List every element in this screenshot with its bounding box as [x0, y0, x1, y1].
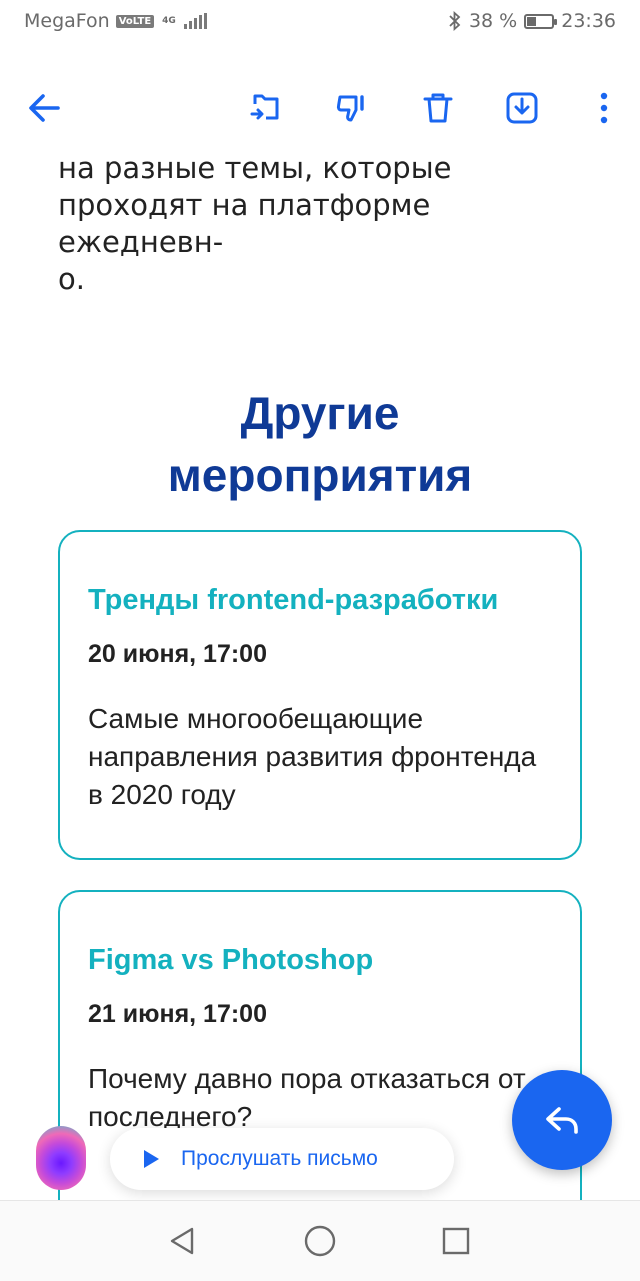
- bluetooth-icon: [449, 11, 461, 31]
- carrier-name: MegaFon: [24, 10, 110, 32]
- system-nav-bar: [0, 1200, 640, 1281]
- event-date: 21 июня, 17:00: [88, 1000, 267, 1028]
- status-bar: MegaFon VoLTE 4G 38 % 23:36: [0, 0, 640, 44]
- event-description: Почему давно пора отказаться от последне…: [88, 1063, 526, 1132]
- paragraph-line: на разные темы, которые: [58, 151, 452, 185]
- status-left: MegaFon VoLTE 4G: [24, 10, 207, 32]
- back-button[interactable]: [16, 72, 72, 144]
- dislike-icon: [336, 95, 364, 122]
- nav-recents-button[interactable]: [434, 1219, 478, 1263]
- email-body: на разные темы, которые проходят на плат…: [0, 144, 640, 1200]
- event-description: Самые многообещающие направления развити…: [88, 703, 537, 810]
- battery-percent: 38 %: [468, 10, 518, 32]
- arrow-left-icon: [29, 94, 60, 122]
- play-icon: [144, 1150, 159, 1168]
- signal-icon: [183, 13, 207, 29]
- intro-paragraph: на разные темы, которые проходят на плат…: [58, 150, 598, 298]
- voice-assistant-icon[interactable]: [36, 1126, 86, 1190]
- move-to-folder-icon: [250, 94, 279, 120]
- download-icon: [506, 92, 538, 124]
- more-button[interactable]: [576, 72, 632, 144]
- event-title[interactable]: Figma vs Photoshop: [88, 944, 373, 977]
- clock: 23:36: [561, 10, 616, 32]
- delete-icon: [423, 93, 453, 123]
- home-circle-icon: [304, 1225, 336, 1257]
- event-card[interactable]: Тренды frontend-разработки 20 июня, 17:0…: [58, 530, 582, 860]
- status-right: 38 % 23:36: [448, 10, 616, 32]
- recents-square-icon: [442, 1227, 470, 1255]
- spam-button[interactable]: [324, 72, 380, 144]
- battery-icon: [524, 13, 558, 29]
- nav-home-button[interactable]: [298, 1219, 342, 1263]
- more-vertical-icon: [600, 92, 608, 124]
- listen-email-button[interactable]: Прослушать письмо: [110, 1128, 454, 1190]
- email-toolbar: [0, 72, 640, 144]
- save-button[interactable]: [494, 72, 550, 144]
- network-type: 4G: [162, 16, 176, 26]
- section-title: Другие мероприятия: [0, 382, 640, 506]
- section-title-line: мероприятия: [167, 449, 473, 501]
- nav-back-button[interactable]: [160, 1219, 204, 1263]
- listen-label: Прослушать письмо: [181, 1147, 378, 1170]
- volte-badge: VoLTE: [115, 14, 155, 28]
- paragraph-line: проходят на платформе ежедневн-: [58, 188, 431, 259]
- move-button[interactable]: [238, 72, 294, 144]
- section-title-line: Другие: [240, 387, 400, 439]
- event-date: 20 июня, 17:00: [88, 640, 267, 668]
- reply-button[interactable]: [512, 1070, 612, 1170]
- back-triangle-icon: [170, 1227, 194, 1255]
- paragraph-line: о.: [58, 262, 85, 296]
- delete-button[interactable]: [410, 72, 466, 144]
- reply-icon: [546, 1107, 578, 1134]
- event-title[interactable]: Тренды frontend-разработки: [88, 584, 498, 617]
